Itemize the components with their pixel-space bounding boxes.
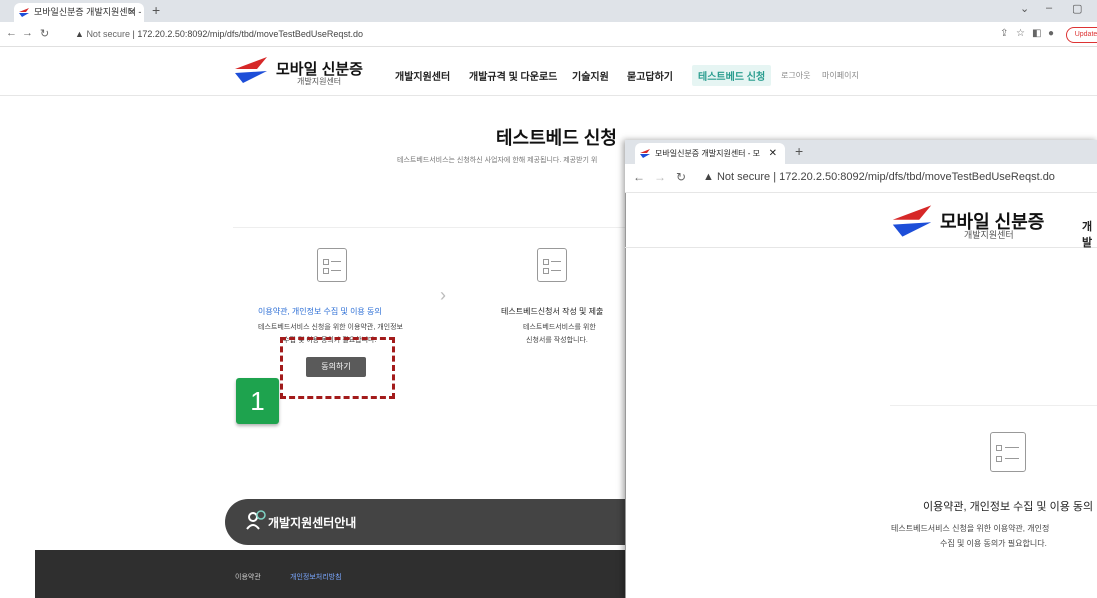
warning-icon: ▲ bbox=[75, 29, 84, 39]
forward-icon[interactable]: → bbox=[22, 27, 33, 39]
browser-tab-bar bbox=[0, 0, 1097, 23]
reload-icon[interactable]: ↻ bbox=[676, 170, 686, 184]
update-button[interactable]: Update bbox=[1066, 27, 1097, 43]
person-chat-icon bbox=[246, 510, 266, 530]
back-icon[interactable]: ← bbox=[633, 170, 645, 184]
browser-tab[interactable]: 모바일신분증 개발지원센터 - 모 ✕ bbox=[14, 3, 144, 22]
highlight-dashed-box bbox=[280, 337, 395, 399]
steps-divider bbox=[233, 227, 633, 228]
menu-testbed-apply[interactable]: 테스트베드 신청 bbox=[692, 65, 772, 86]
overlay-browser-tab[interactable]: 모바일신분증 개발지원센터 - 모 ✕ bbox=[635, 143, 785, 164]
menu-logout[interactable]: 로그아웃 bbox=[781, 70, 810, 81]
overlay-step-title: 이용약관, 개인정보 수집 및 이용 동의 bbox=[923, 501, 1094, 513]
brand-sub: 개발지원센터 bbox=[297, 77, 342, 86]
url-text: 172.20.2.50:8092/mip/dfs/tbd/moveTestBed… bbox=[137, 29, 363, 39]
menu-dev-center[interactable]: 개발지원센터 bbox=[395, 68, 450, 83]
new-tab-icon[interactable]: + bbox=[152, 2, 160, 18]
site-logo-icon bbox=[19, 8, 29, 17]
page-title: 테스트베드 신청 bbox=[496, 128, 617, 148]
overlay-tab-title: 모바일신분증 개발지원센터 - 모 bbox=[655, 149, 761, 158]
overlay-address-field[interactable]: ▲ Not secure | 172.20.2.50:8092/mip/dfs/… bbox=[703, 171, 1055, 183]
profile-icon[interactable]: ● bbox=[1048, 28, 1054, 39]
site-footer bbox=[35, 550, 655, 598]
guide-label: 개발지원센터안내 bbox=[268, 516, 357, 530]
tab-search-icon[interactable]: ⌄ bbox=[1020, 2, 1029, 15]
minimize-icon[interactable]: – bbox=[1046, 2, 1052, 14]
menu-qna[interactable]: 묻고답하기 bbox=[627, 68, 673, 83]
brand-logo-icon[interactable] bbox=[233, 55, 269, 85]
menu-spec-download[interactable]: 개발규격 및 다운로드 bbox=[469, 68, 557, 83]
document-icon bbox=[537, 248, 567, 282]
brand-logo-icon[interactable] bbox=[890, 203, 934, 239]
not-secure-label: Not secure bbox=[716, 171, 771, 183]
reload-icon[interactable]: ↻ bbox=[40, 27, 49, 40]
footer-terms-link[interactable]: 이용약관 bbox=[235, 572, 261, 582]
step2-desc1: 테스트베드서비스를 위한 bbox=[523, 324, 596, 331]
annotation-badge: 1 bbox=[236, 378, 279, 424]
footer-privacy-link[interactable]: 개인정보처리방침 bbox=[290, 572, 342, 582]
close-tab-icon[interactable]: ✕ bbox=[769, 143, 777, 164]
share-icon[interactable]: ⇪ bbox=[1000, 28, 1008, 39]
document-icon bbox=[317, 248, 347, 282]
overlay-brand-sub: 개발지원센터 bbox=[964, 230, 1014, 240]
menu-tech-support[interactable]: 기술지원 bbox=[572, 68, 609, 83]
warning-icon: ▲ bbox=[703, 171, 714, 183]
step2-desc2: 신청서를 작성합니다. bbox=[526, 337, 588, 344]
not-secure-label: Not secure bbox=[86, 29, 130, 39]
close-tab-icon[interactable]: ✕ bbox=[128, 3, 136, 22]
overlay-step-desc1: 테스트베드서비스 신청을 위한 이용약관, 개인정 bbox=[891, 524, 1050, 533]
page-subtitle: 테스트베드서비스는 신청하신 사업자에 한해 제공됩니다. 제공받기 위 bbox=[397, 157, 598, 164]
overlay-menu-dev[interactable]: 개발 bbox=[1082, 218, 1097, 250]
document-icon bbox=[990, 432, 1026, 472]
chevron-right-icon: › bbox=[440, 285, 446, 305]
step1-desc1: 테스트베드서비스 신청을 위한 이용약관, 개인정보 bbox=[258, 324, 403, 331]
step2-title: 테스트베드신청서 작성 및 제출 bbox=[501, 307, 604, 316]
address-field[interactable]: ▲ Not secure | 172.20.2.50:8092/mip/dfs/… bbox=[75, 27, 363, 42]
overlay-step-desc2: 수집 및 이용 동의가 필요합니다. bbox=[940, 539, 1047, 548]
maximize-icon[interactable]: ▢ bbox=[1072, 2, 1082, 15]
step1-title: 이용약관, 개인정보 수집 및 이용 동의 bbox=[258, 307, 382, 316]
bookmark-star-icon[interactable]: ☆ bbox=[1016, 28, 1025, 39]
overlay-steps-divider bbox=[890, 405, 1097, 406]
forward-icon[interactable]: → bbox=[654, 170, 666, 184]
url-text: 172.20.2.50:8092/mip/dfs/tbd/moveTestBed… bbox=[779, 171, 1055, 183]
sidepanel-icon[interactable]: ◧ bbox=[1032, 28, 1041, 39]
back-icon[interactable]: ← bbox=[6, 27, 17, 39]
new-tab-icon[interactable]: + bbox=[795, 143, 803, 159]
menu-mypage[interactable]: 마이페이지 bbox=[822, 70, 859, 81]
site-logo-icon bbox=[640, 149, 650, 158]
